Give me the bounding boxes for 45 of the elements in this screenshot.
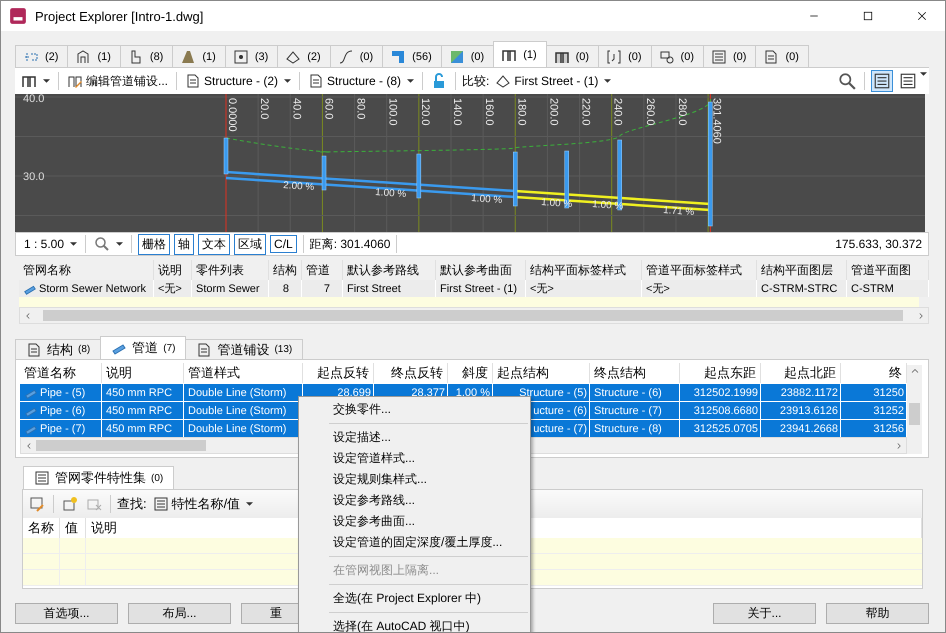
table-cell: 450 mm RPC: [102, 384, 184, 401]
elevation-label: 40.0: [23, 94, 44, 105]
table-cell: 450 mm RPC: [102, 402, 184, 419]
station-label: 40.0: [290, 98, 302, 120]
station-label: 60.0: [322, 98, 334, 120]
table-cell: Structure - (8): [590, 420, 680, 437]
coordinates-text: 175.633, 30.372: [835, 237, 922, 251]
station-label: 20.0: [258, 98, 270, 120]
table-cell: 23913.6126: [761, 402, 841, 419]
table-cell: Structure - (6): [590, 384, 680, 401]
window-title: Project Explorer [Intro-1.dwg]: [35, 8, 204, 24]
table-cell: 312508.6680: [680, 402, 761, 419]
table-cell: 312502.1999: [680, 384, 761, 401]
slope-label: 1.00 %: [374, 187, 407, 200]
station-label: 160.0: [483, 98, 496, 126]
station-label: 240.0: [612, 98, 624, 126]
station-label: 200.0: [547, 98, 560, 126]
table-cell: 23941.2668: [761, 420, 841, 437]
table-cell: 450 mm RPC: [102, 420, 184, 437]
station-label: 220.0: [580, 98, 592, 126]
station-label: 280.0: [676, 98, 688, 126]
station-label: 80.0: [354, 98, 367, 120]
table-cell: 31252: [841, 402, 907, 419]
station-label: 100.0: [386, 98, 399, 126]
station-label: 120.0: [418, 98, 431, 126]
station-label: 301.4060: [710, 98, 722, 144]
table-cell: 312525.0705: [680, 420, 761, 437]
station-label: 260.0: [644, 98, 656, 126]
table-cell: Structure - (7): [590, 402, 680, 419]
station-label: 180.0: [515, 98, 528, 126]
slope-label: 1.00 %: [540, 197, 573, 210]
compare-label: 比较:: [462, 72, 490, 90]
slope-label: 1.71 %: [662, 205, 695, 218]
table-cell: Double Line (Storm): [184, 384, 303, 401]
table-cell: 31250: [841, 384, 907, 401]
slope-label: 1.00 %: [470, 193, 503, 206]
table-cell: 31256: [841, 420, 907, 437]
station-label: 0.0000: [226, 98, 238, 132]
distance-text: 距离: 301.4060: [310, 236, 390, 252]
slope-label: 2.00 %: [282, 180, 315, 194]
elevation-label: 30.0: [23, 171, 44, 183]
station-label: 140.0: [450, 98, 463, 126]
find-label: 查找:: [117, 495, 147, 513]
slope-label: 1.00 %: [592, 199, 624, 212]
table-cell: 23882.1172: [761, 384, 841, 401]
